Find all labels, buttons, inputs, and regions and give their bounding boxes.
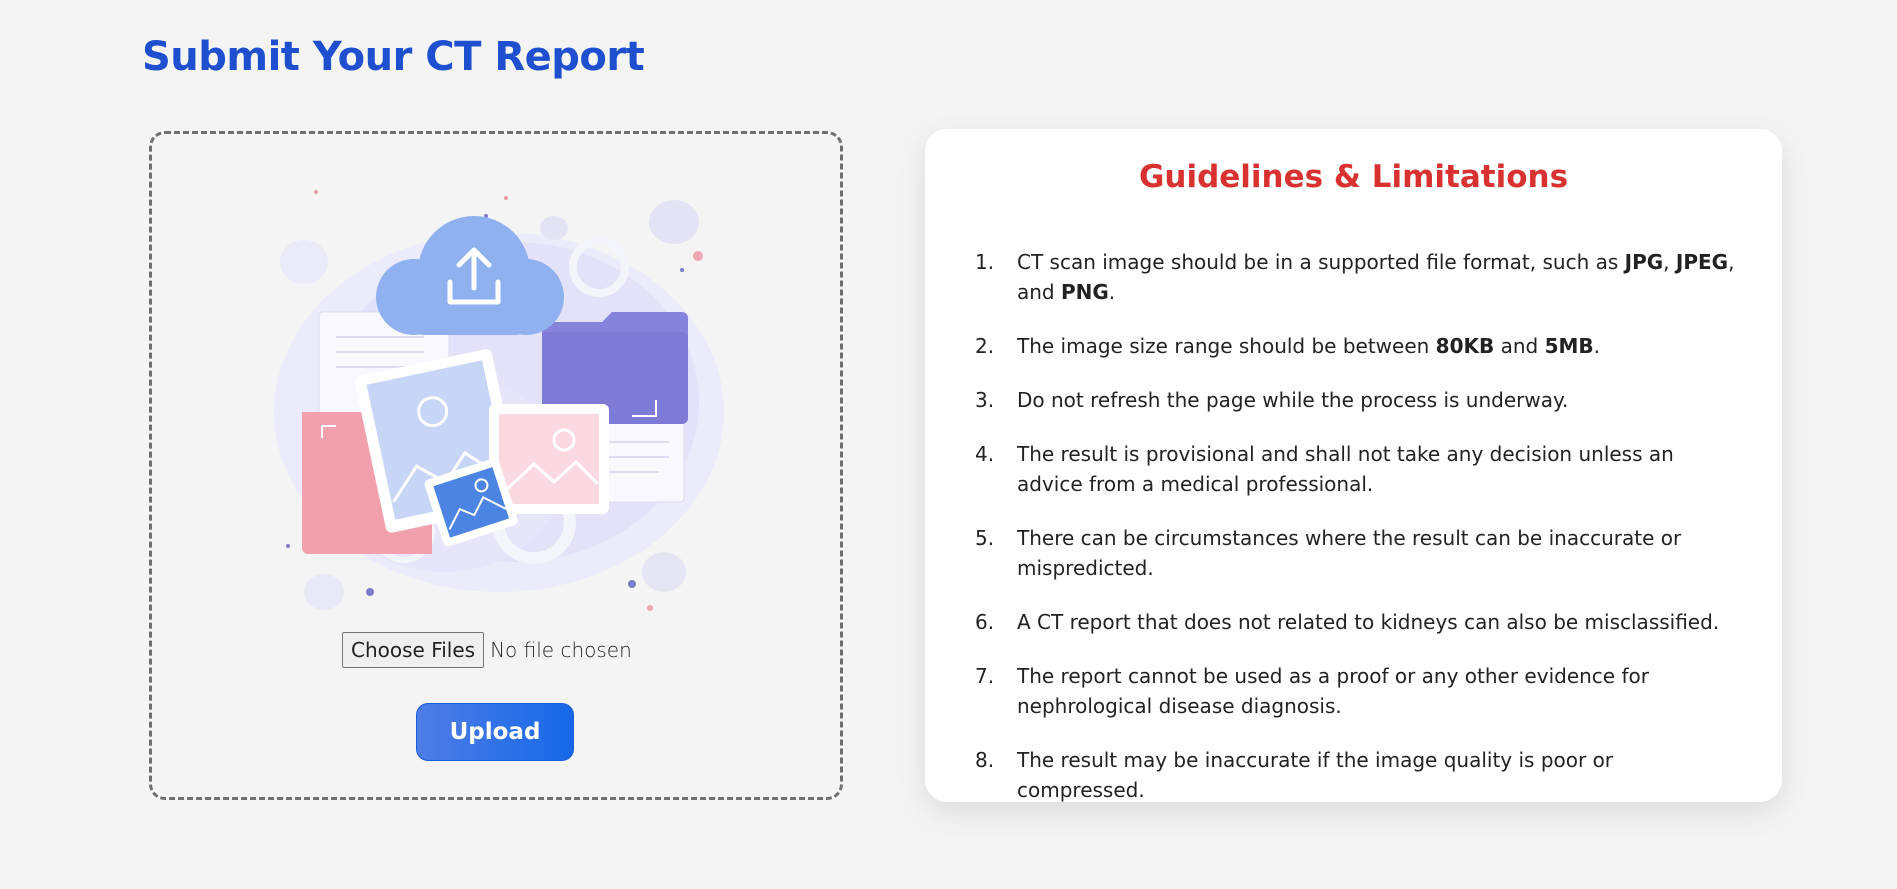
guideline-text-segment: , [1663, 250, 1676, 274]
guideline-text-segment: Do not refresh the page while the proces… [1017, 388, 1569, 412]
guidelines-card: Guidelines & Limitations 1. CT scan image… [925, 129, 1782, 802]
guideline-text-segment: . [1593, 334, 1601, 358]
guideline-text: CT scan image should be in a supported f… [1017, 247, 1745, 307]
guideline-item: 8. The result may be inaccurate if the im… [975, 745, 1745, 805]
guideline-text-segment: A CT report that does not related to kid… [1017, 610, 1720, 634]
guideline-emphasis: JPEG [1675, 250, 1729, 274]
guideline-text-segment: CT scan image should be in a supported f… [1017, 250, 1625, 274]
guideline-text: The report cannot be used as a proof or … [1017, 661, 1745, 721]
guideline-item: 6. A CT report that does not related to k… [975, 607, 1745, 637]
page-title: Submit Your CT Report [142, 34, 645, 80]
guideline-text-segment: The result is provisional and shall not … [1017, 442, 1674, 496]
guidelines-list: 1. CT scan image should be in a supported… [975, 247, 1745, 829]
cloud-upload-files-illustration-icon [274, 190, 724, 611]
guideline-emphasis: 80KB [1435, 334, 1495, 358]
guideline-item: 1. CT scan image should be in a supported… [975, 247, 1745, 307]
guideline-number: 5. [975, 526, 995, 550]
upload-button[interactable]: Upload [416, 703, 574, 761]
guideline-text-segment: . [1108, 280, 1116, 304]
guideline-text: The image size range should be between 8… [1017, 331, 1600, 361]
guideline-text-segment: and [1494, 334, 1545, 358]
guideline-number: 1. [975, 250, 995, 274]
guideline-number: 8. [975, 748, 995, 772]
guideline-text-segment: There can be circumstances where the res… [1017, 526, 1682, 580]
guideline-item: 5. There can be circumstances where the r… [975, 523, 1745, 583]
guideline-number: 3. [975, 388, 995, 412]
guideline-text: There can be circumstances where the res… [1017, 523, 1745, 583]
guideline-text: The result may be inaccurate if the imag… [1017, 745, 1745, 805]
guideline-item: 2. The image size range should be between… [975, 331, 1745, 361]
guideline-text-segment: The result may be inaccurate if the imag… [1017, 748, 1614, 802]
choose-files-button[interactable]: Choose Files [342, 632, 485, 668]
guideline-text-segment: The image size range should be between [1017, 334, 1436, 358]
guideline-item: 4. The result is provisional and shall no… [975, 439, 1745, 499]
guidelines-title: Guidelines & Limitations [1138, 159, 1569, 195]
guideline-text: The result is provisional and shall not … [1017, 439, 1745, 499]
guideline-text: Do not refresh the page while the proces… [1017, 385, 1568, 415]
guideline-item: 3. Do not refresh the page while the proc… [975, 385, 1745, 415]
guideline-number: 7. [975, 664, 995, 688]
guideline-number: 2. [975, 334, 995, 358]
guideline-item: 7. The report cannot be used as a proof o… [975, 661, 1745, 721]
guideline-emphasis: 5MB [1544, 334, 1594, 358]
guideline-emphasis: JPG [1624, 250, 1664, 274]
guideline-text: A CT report that does not related to kid… [1017, 607, 1719, 637]
guideline-emphasis: PNG [1060, 280, 1109, 304]
guideline-text-segment: The report cannot be used as a proof or … [1017, 664, 1649, 718]
file-input[interactable]: Choose Files No file chosen [342, 632, 632, 668]
file-status-text: No file chosen [490, 638, 632, 662]
upload-dropzone[interactable]: Choose Files No file chosen Upload [149, 131, 843, 800]
guideline-number: 4. [975, 442, 995, 466]
guideline-number: 6. [975, 610, 995, 634]
